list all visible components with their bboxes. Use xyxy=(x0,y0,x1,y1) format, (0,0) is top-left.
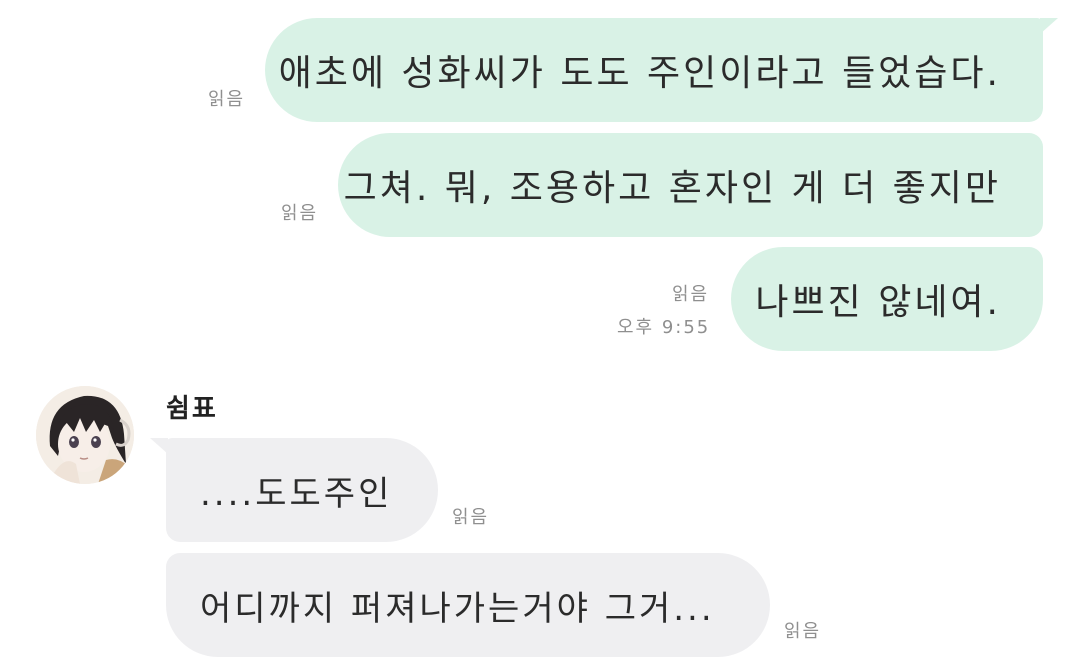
read-receipt: 읽음 xyxy=(672,284,710,305)
read-receipt: 읽음 xyxy=(281,203,319,224)
message-timestamp: 오후 9:55 xyxy=(617,317,711,338)
chat-message-list[interactable]: 애초에 성화씨가 도도 주인이라고 들었습다. 읽음 그쳐. 뭐, 조용하고 혼… xyxy=(0,0,1080,664)
read-receipt: 읽음 xyxy=(452,507,490,528)
avatar-illustration xyxy=(36,386,134,484)
read-receipt: 읽음 xyxy=(208,89,246,110)
message-text: ....도도주인 xyxy=(200,473,393,514)
message-text: 나쁘진 않네여. xyxy=(755,282,1001,323)
incoming-message-bubble[interactable]: ....도도주인 xyxy=(166,438,438,542)
bubble-tail xyxy=(150,438,168,454)
profile-avatar-icon[interactable] xyxy=(36,386,134,484)
message-text: 그쳐. 뭐, 조용하고 혼자인 게 더 좋지만 xyxy=(343,168,1001,209)
outgoing-message-bubble[interactable]: 나쁘진 않네여. xyxy=(731,247,1043,351)
read-receipt: 읽음 xyxy=(784,621,822,642)
message-text: 애초에 성화씨가 도도 주인이라고 들었습다. xyxy=(278,53,1001,94)
bubble-tail xyxy=(1040,18,1058,34)
contact-name: 쉼표 xyxy=(166,394,218,424)
outgoing-message-bubble[interactable]: 애초에 성화씨가 도도 주인이라고 들었습다. xyxy=(265,18,1043,122)
message-text: 어디까지 퍼져나가는거야 그거... xyxy=(200,588,715,629)
outgoing-message-bubble[interactable]: 그쳐. 뭐, 조용하고 혼자인 게 더 좋지만 xyxy=(338,133,1043,237)
incoming-message-bubble[interactable]: 어디까지 퍼져나가는거야 그거... xyxy=(166,553,770,657)
